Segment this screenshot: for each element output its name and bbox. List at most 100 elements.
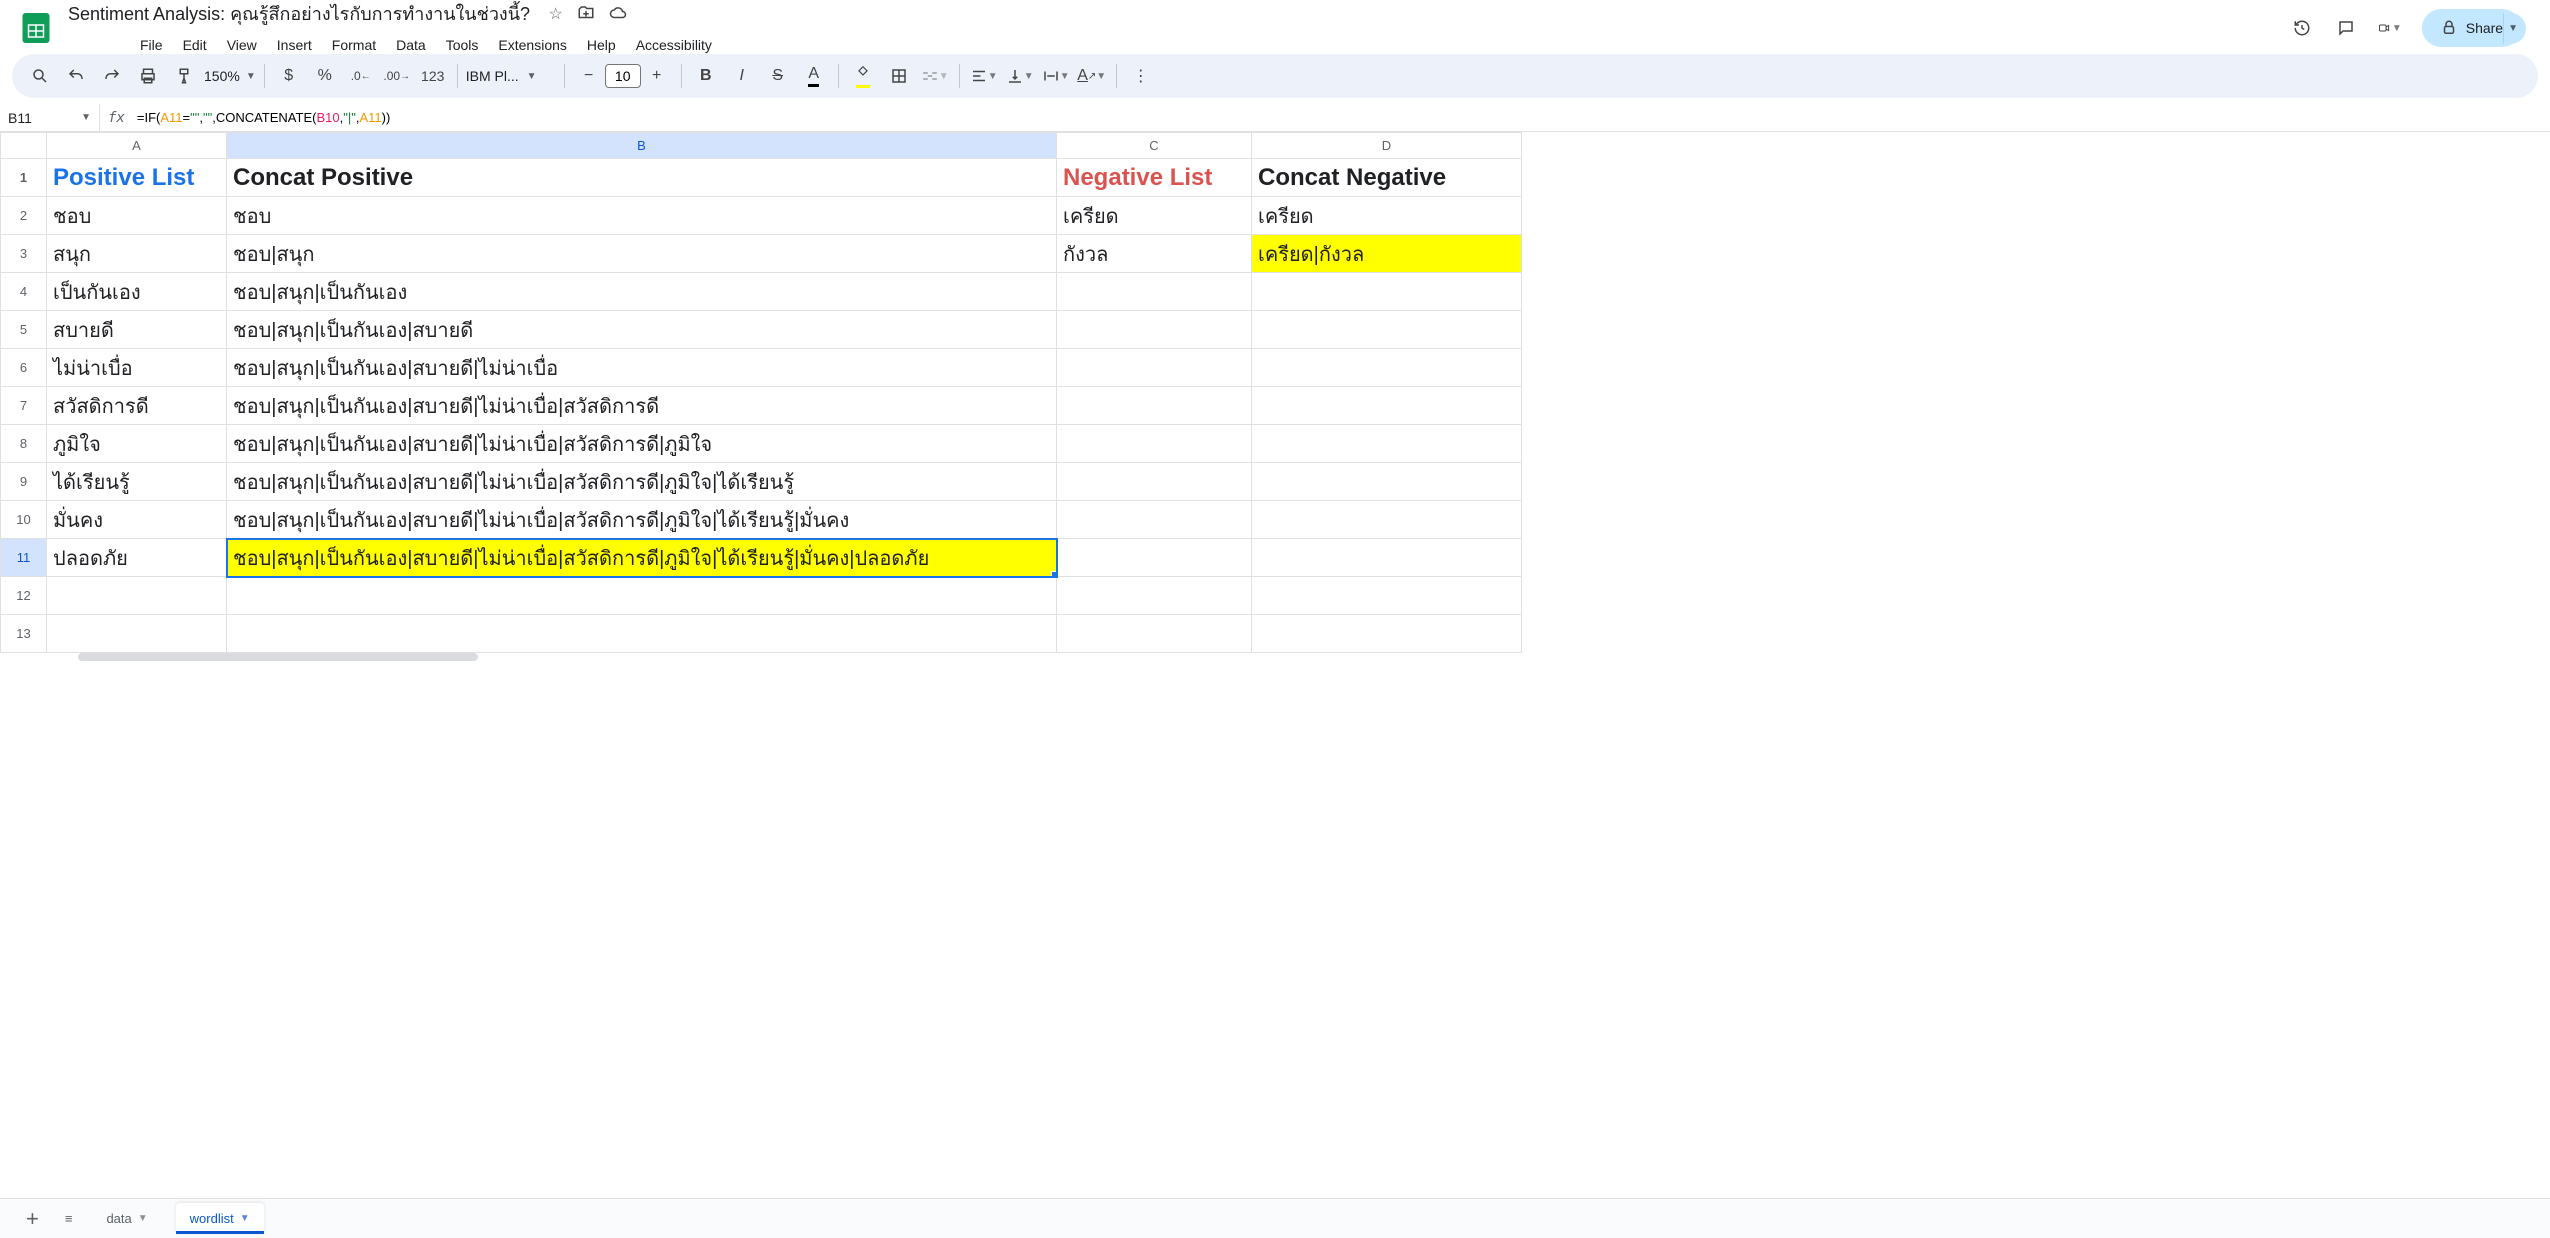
cell[interactable]	[1057, 349, 1252, 387]
font-select[interactable]: IBM Pl...▼	[466, 68, 556, 84]
rotate-button[interactable]: A↗▼	[1076, 60, 1108, 92]
cell[interactable]: Concat Negative	[1252, 159, 1522, 197]
cell[interactable]: ชอบ	[227, 197, 1057, 235]
bold-button[interactable]: B	[690, 60, 722, 92]
borders-button[interactable]	[883, 60, 915, 92]
row-header[interactable]: 6	[1, 349, 47, 387]
cell[interactable]: กังวล	[1057, 235, 1252, 273]
cell[interactable]: ปลอดภัย	[47, 539, 227, 577]
row-header[interactable]: 3	[1, 235, 47, 273]
menu-insert[interactable]: Insert	[269, 33, 320, 57]
cell[interactable]	[1252, 501, 1522, 539]
sheet-tab-data[interactable]: data▼	[92, 1203, 161, 1234]
doc-title[interactable]: Sentiment Analysis: คุณรู้สึกอย่างไรกับก…	[64, 0, 534, 30]
cell[interactable]	[1057, 311, 1252, 349]
add-sheet-button[interactable]: +	[20, 1200, 45, 1238]
cell[interactable]: ไม่น่าเบื่อ	[47, 349, 227, 387]
valign-button[interactable]: ▼	[1004, 60, 1036, 92]
menu-edit[interactable]: Edit	[175, 33, 215, 57]
merge-button[interactable]: ▼	[919, 60, 951, 92]
menu-view[interactable]: View	[219, 33, 265, 57]
cell[interactable]: ชอบ|สนุก	[227, 235, 1057, 273]
row-header[interactable]: 7	[1, 387, 47, 425]
meet-icon[interactable]: ▼	[2378, 16, 2402, 40]
history-icon[interactable]	[2290, 16, 2314, 40]
wrap-button[interactable]: ▼	[1040, 60, 1072, 92]
formula-bar[interactable]: =IF(A11="","",CONCATENATE(B10,"|",A11))	[133, 110, 2550, 126]
cell[interactable]	[1057, 615, 1252, 653]
cell[interactable]: ชอบ	[47, 197, 227, 235]
cell[interactable]: ชอบ|สนุก|เป็นกันเอง|สบายดี|ไม่น่าเบื่อ	[227, 349, 1057, 387]
print-icon[interactable]	[132, 60, 164, 92]
row-header[interactable]: 11	[1, 539, 47, 577]
cell[interactable]	[1252, 273, 1522, 311]
cell[interactable]	[1057, 501, 1252, 539]
menu-data[interactable]: Data	[388, 33, 434, 57]
cell[interactable]	[227, 577, 1057, 615]
all-sheets-button[interactable]: ≡	[59, 1205, 79, 1232]
col-header-B[interactable]: B	[227, 133, 1057, 159]
cell[interactable]	[47, 577, 227, 615]
cell[interactable]	[1057, 425, 1252, 463]
comments-icon[interactable]	[2334, 16, 2358, 40]
menu-accessibility[interactable]: Accessibility	[628, 33, 720, 57]
decrease-decimal[interactable]: .0←	[345, 60, 377, 92]
row-header[interactable]: 4	[1, 273, 47, 311]
increase-decimal[interactable]: .00→	[381, 60, 413, 92]
italic-button[interactable]: I	[726, 60, 758, 92]
cell[interactable]	[227, 615, 1057, 653]
col-header-C[interactable]: C	[1057, 133, 1252, 159]
menu-tools[interactable]: Tools	[438, 33, 487, 57]
cell[interactable]	[1252, 463, 1522, 501]
cell[interactable]: ชอบ|สนุก|เป็นกันเอง|สบายดี	[227, 311, 1057, 349]
move-icon[interactable]	[577, 4, 595, 27]
cell[interactable]	[1252, 425, 1522, 463]
name-box[interactable]: B11▼	[0, 104, 100, 131]
cell[interactable]	[1252, 311, 1522, 349]
cell[interactable]: Concat Positive	[227, 159, 1057, 197]
font-size-increase[interactable]: +	[641, 60, 673, 92]
share-dropdown[interactable]: ▼	[2503, 13, 2526, 44]
text-color-button[interactable]: A	[798, 60, 830, 92]
col-header-A[interactable]: A	[47, 133, 227, 159]
sheets-logo[interactable]	[16, 8, 56, 48]
cell[interactable]: Positive List	[47, 159, 227, 197]
cell[interactable]	[1252, 387, 1522, 425]
zoom-select[interactable]: 150%▼	[204, 68, 256, 84]
row-header[interactable]: 8	[1, 425, 47, 463]
cell[interactable]: Negative List	[1057, 159, 1252, 197]
cloud-status-icon[interactable]	[609, 4, 627, 27]
cell[interactable]	[1057, 273, 1252, 311]
cell[interactable]: ชอบ|สนุก|เป็นกันเอง|สบายดี|ไม่น่าเบื่อ|ส…	[227, 539, 1057, 577]
cell[interactable]: เครียด|กังวล	[1252, 235, 1522, 273]
cell[interactable]: ได้เรียนรู้	[47, 463, 227, 501]
row-header[interactable]: 5	[1, 311, 47, 349]
cell[interactable]: ชอบ|สนุก|เป็นกันเอง|สบายดี|ไม่น่าเบื่อ|ส…	[227, 425, 1057, 463]
cell[interactable]: สนุก	[47, 235, 227, 273]
cell[interactable]	[1252, 349, 1522, 387]
cell[interactable]	[1252, 539, 1522, 577]
menu-file[interactable]: File	[132, 33, 171, 57]
cell[interactable]: เครียด	[1057, 197, 1252, 235]
star-icon[interactable]: ☆	[549, 4, 563, 27]
fill-color-button[interactable]	[847, 60, 879, 92]
menu-help[interactable]: Help	[579, 33, 624, 57]
cell[interactable]	[47, 615, 227, 653]
cell[interactable]: สบายดี	[47, 311, 227, 349]
cell[interactable]: ชอบ|สนุก|เป็นกันเอง|สบายดี|ไม่น่าเบื่อ|ส…	[227, 501, 1057, 539]
sheet-tab-wordlist[interactable]: wordlist▼	[176, 1203, 264, 1234]
row-header[interactable]: 9	[1, 463, 47, 501]
cell[interactable]	[1057, 577, 1252, 615]
row-header[interactable]: 1	[1, 159, 47, 197]
horizontal-scrollbar[interactable]	[0, 653, 2550, 667]
spreadsheet-grid[interactable]: A B C D 1Positive ListConcat PositiveNeg…	[0, 132, 2550, 1170]
row-header[interactable]: 13	[1, 615, 47, 653]
row-header[interactable]: 2	[1, 197, 47, 235]
font-size-decrease[interactable]: −	[573, 60, 605, 92]
col-header-D[interactable]: D	[1252, 133, 1522, 159]
format-123[interactable]: 123	[417, 60, 449, 92]
format-percent[interactable]: %	[309, 60, 341, 92]
format-currency[interactable]: $	[273, 60, 305, 92]
menu-format[interactable]: Format	[324, 33, 384, 57]
cell[interactable]: เป็นกันเอง	[47, 273, 227, 311]
